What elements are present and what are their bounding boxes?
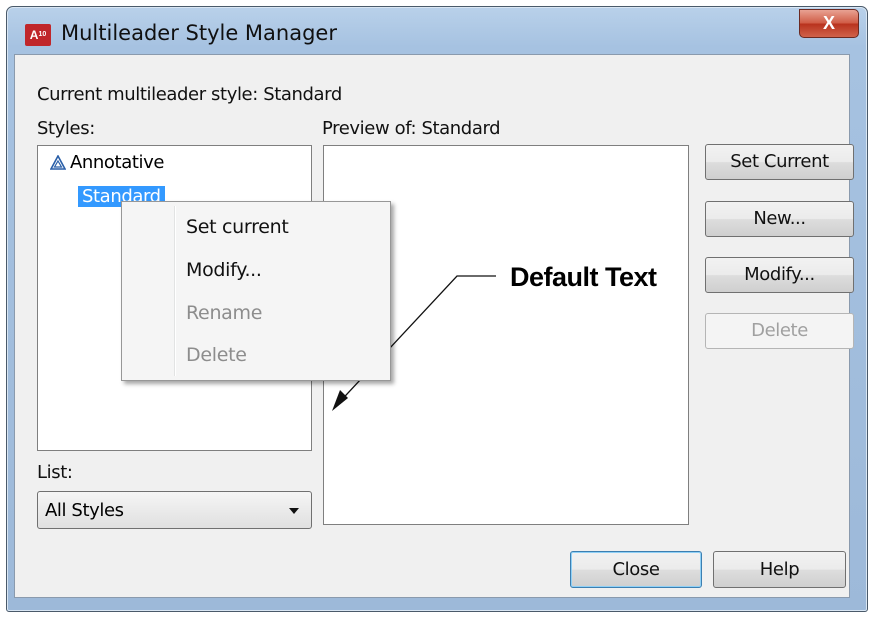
menu-item-modify[interactable]: Modify... bbox=[186, 259, 262, 281]
current-style-label: Current multileader style: Standard bbox=[37, 84, 342, 105]
context-menu: Set current Modify... Rename Delete bbox=[121, 201, 391, 381]
modify-button[interactable]: Modify... bbox=[705, 257, 854, 293]
styles-label: Styles: bbox=[37, 118, 95, 139]
list-filter-select[interactable]: All Styles bbox=[37, 491, 312, 529]
new-button[interactable]: New... bbox=[705, 201, 854, 237]
list-label: List: bbox=[37, 462, 73, 483]
menu-item-delete: Delete bbox=[186, 344, 247, 366]
list-item-label: Annotative bbox=[70, 152, 165, 173]
close-button[interactable]: Close bbox=[570, 551, 702, 588]
help-button[interactable]: Help bbox=[713, 551, 846, 588]
preview-sample-text: Default Text bbox=[510, 262, 657, 292]
window-title: Multileader Style Manager bbox=[61, 21, 337, 45]
menu-item-rename: Rename bbox=[186, 302, 263, 324]
menu-gutter bbox=[174, 206, 176, 376]
delete-button[interactable]: Delete bbox=[705, 313, 854, 349]
list-item-annotative[interactable]: Annotative bbox=[50, 152, 164, 173]
menu-item-set-current[interactable]: Set current bbox=[186, 216, 289, 238]
close-window-button[interactable]: X bbox=[799, 9, 859, 38]
title-bar[interactable]: A10 Multileader Style Manager X bbox=[7, 7, 867, 61]
dropdown-arrow-icon bbox=[289, 508, 299, 514]
preview-label: Preview of: Standard bbox=[322, 118, 501, 139]
set-current-button[interactable]: Set Current bbox=[705, 144, 854, 180]
annotative-icon bbox=[50, 155, 66, 170]
list-filter-value: All Styles bbox=[45, 500, 124, 521]
autocad-app-icon: A10 bbox=[25, 24, 51, 46]
